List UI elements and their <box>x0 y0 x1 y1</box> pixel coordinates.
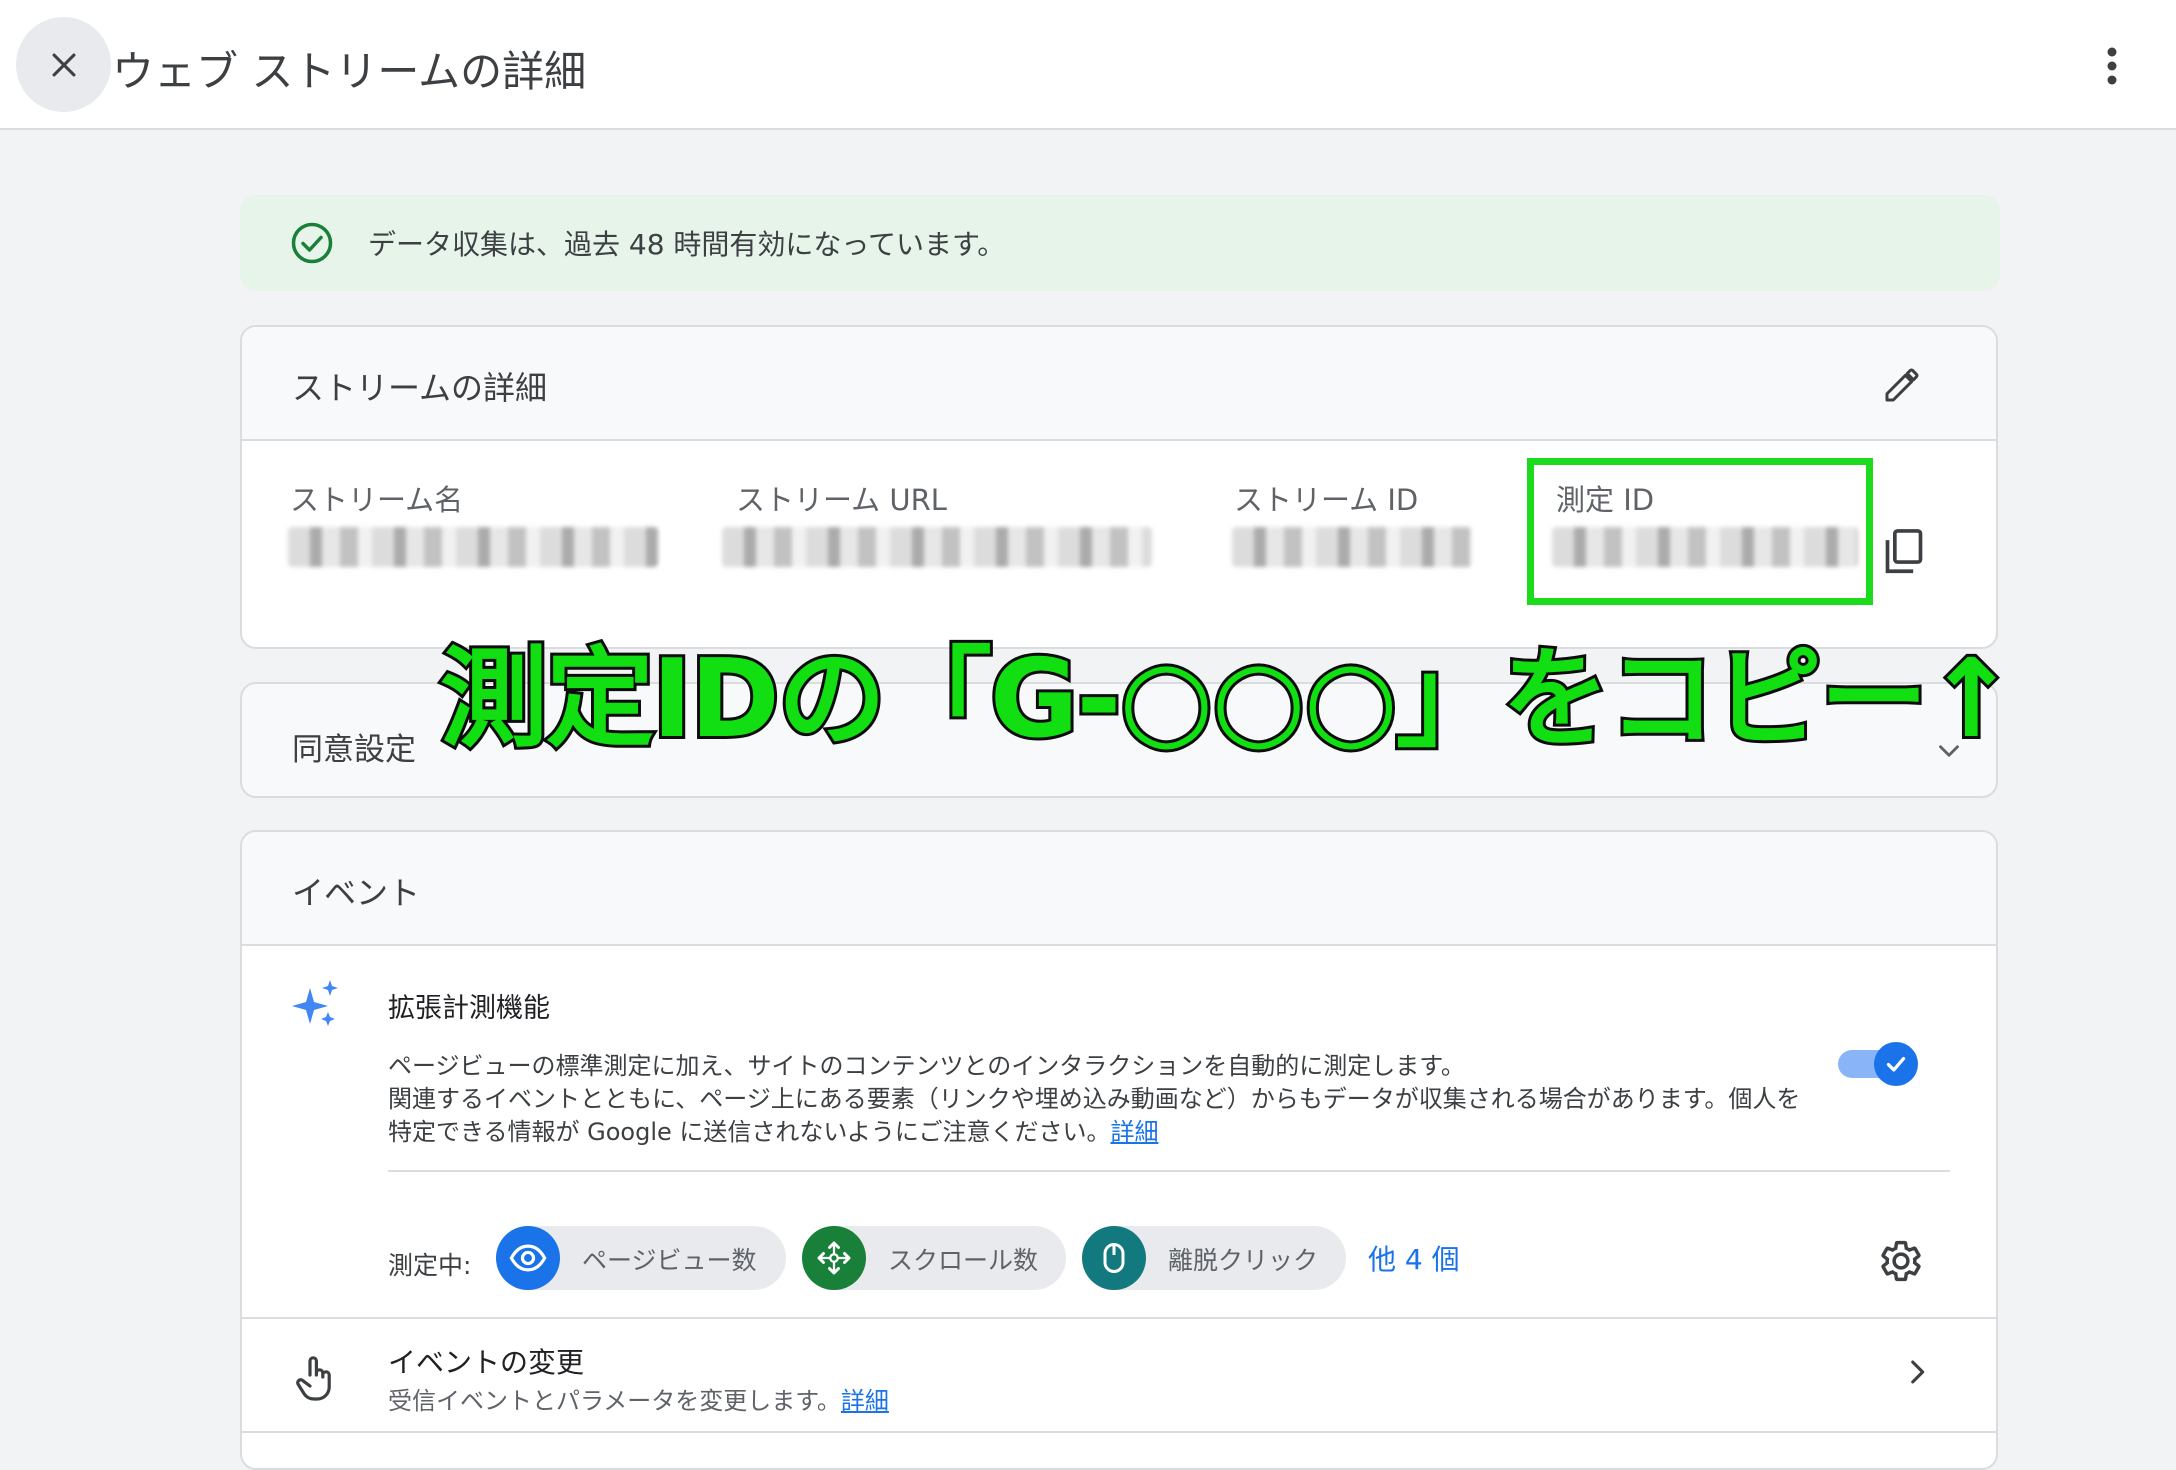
chip-label: 離脱クリック <box>1168 1246 1319 1275</box>
pencil-icon[interactable] <box>1882 365 1922 405</box>
row-divider-bottom <box>242 1431 1996 1433</box>
mouse-icon <box>1082 1226 1146 1290</box>
description-line-2: 関連するイベントとともに、ページ上にある要素（リンクや埋め込み動画など）からもデ… <box>388 1085 1801 1113</box>
banner-text: データ収集は、過去 48 時間有効になっています。 <box>368 228 1006 261</box>
close-icon <box>52 53 75 76</box>
top-app-bar: ウェブ ストリームの詳細 <box>0 0 2176 130</box>
sparkle-icon <box>292 980 338 1026</box>
enhanced-detail-link[interactable]: 詳細 <box>1110 1118 1158 1146</box>
check-icon <box>1886 1056 1906 1072</box>
gear-icon[interactable] <box>1878 1238 1924 1284</box>
data-collection-banner: データ収集は、過去 48 時間有効になっています。 <box>240 195 2000 291</box>
chip-page-views[interactable]: ページビュー数 <box>496 1226 786 1290</box>
events-title: イベント <box>292 874 421 912</box>
more-vert-icon <box>2107 47 2117 85</box>
measurement-id-highlight <box>1527 458 1873 605</box>
measuring-label: 測定中: <box>388 1251 472 1280</box>
modify-events-subtitle-wrap: 受信イベントとパラメータを変更します。詳細 <box>388 1381 889 1416</box>
more-events-link[interactable]: 他 4 個 <box>1368 1238 1460 1278</box>
scroll-arrows-icon <box>802 1226 866 1290</box>
stream-name-value-redacted <box>288 527 658 567</box>
events-body: 拡張計測機能 ページビューの標準測定に加え、サイトのコンテンツとのインタラクショ… <box>242 946 1996 1466</box>
enhanced-measurement-title: 拡張計測機能 <box>388 993 550 1024</box>
chevron-right-icon[interactable] <box>1900 1355 1934 1389</box>
stream-id-value-redacted <box>1232 527 1472 567</box>
description-line-3: 特定できる情報が Google に送信されないようにご注意ください。 <box>388 1118 1111 1146</box>
chip-label: スクロール数 <box>888 1246 1039 1275</box>
stream-name-label: ストリーム名 <box>290 483 464 517</box>
stream-details-title: ストリームの詳細 <box>292 369 548 407</box>
page-title: ウェブ ストリームの詳細 <box>112 47 587 96</box>
close-button[interactable] <box>16 17 111 112</box>
stream-url-label: ストリーム URL <box>736 483 947 517</box>
stream-id-label: ストリーム ID <box>1234 483 1419 517</box>
events-card: イベント 拡張計測機能 ページビューの標準測定に加え、サイトのコンテンツとのイン… <box>240 830 1998 1470</box>
check-circle-icon <box>291 222 333 264</box>
touch-icon <box>296 1356 331 1401</box>
enhanced-divider <box>388 1170 1950 1172</box>
chip-scrolls[interactable]: スクロール数 <box>802 1226 1066 1290</box>
modify-events-row[interactable]: イベントの変更 受信イベントとパラメータを変更します。詳細 <box>242 1319 1996 1431</box>
chip-label: ページビュー数 <box>582 1246 757 1275</box>
modify-detail-link[interactable]: 詳細 <box>841 1387 889 1415</box>
chip-outbound-clicks[interactable]: 離脱クリック <box>1082 1226 1346 1290</box>
events-header: イベント <box>242 832 1996 946</box>
annotation-text: 測定IDの「G-○○○」をコピー↑ <box>437 634 2020 765</box>
modify-events-title: イベントの変更 <box>388 1346 585 1379</box>
stream-url-value-redacted <box>722 527 1152 567</box>
description-line-1: ページビューの標準測定に加え、サイトのコンテンツとのインタラクションを自動的に測… <box>388 1052 1465 1080</box>
stream-details-header: ストリームの詳細 <box>242 327 1996 441</box>
eye-icon <box>496 1226 560 1290</box>
copy-icon[interactable] <box>1882 527 1926 577</box>
enhanced-measurement-toggle[interactable] <box>1838 1042 1918 1086</box>
enhanced-measurement-description: ページビューの標準測定に加え、サイトのコンテンツとのインタラクションを自動的に測… <box>388 1050 1888 1149</box>
more-options-button[interactable] <box>2090 40 2134 92</box>
modify-events-subtitle: 受信イベントとパラメータを変更します。 <box>388 1387 841 1415</box>
consent-title: 同意設定 <box>292 732 416 768</box>
